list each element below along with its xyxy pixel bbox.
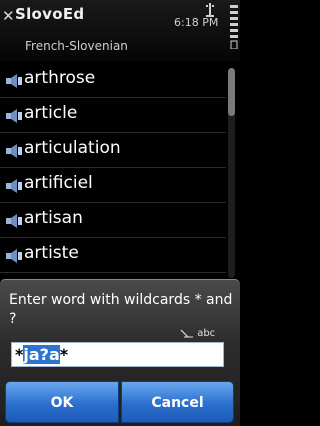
word-label: articulation	[24, 138, 121, 158]
close-icon[interactable]: ✕	[2, 9, 15, 24]
speaker-icon[interactable]	[5, 143, 25, 159]
word-list: arthrose article articulation artificiel	[0, 63, 226, 273]
dialog-prompt: Enter word with wildcards * and ?	[9, 292, 233, 327]
battery-icon	[230, 5, 238, 49]
ok-button[interactable]: OK	[5, 381, 119, 423]
word-label: artisan	[24, 208, 83, 228]
word-label: arthrose	[24, 68, 96, 88]
dictionary-name: French-Slovenian	[25, 39, 128, 53]
list-item[interactable]: article	[0, 98, 226, 133]
list-item[interactable]: artiste	[0, 238, 226, 273]
clock: 6:18 PM	[174, 16, 219, 29]
signal-icon	[206, 3, 214, 17]
speaker-icon[interactable]	[5, 73, 25, 89]
list-item[interactable]: articulation	[0, 133, 226, 168]
speaker-icon[interactable]	[5, 213, 25, 229]
speaker-icon[interactable]	[5, 108, 25, 124]
input-mode-label: abc	[197, 328, 216, 339]
cancel-button[interactable]: Cancel	[121, 381, 234, 423]
wildcard-input[interactable]: *ja?a*	[11, 342, 224, 367]
input-selection: ja?a	[23, 345, 60, 364]
scroll-thumb[interactable]	[228, 68, 235, 116]
speaker-icon[interactable]	[5, 248, 25, 264]
input-suffix: *	[59, 345, 69, 364]
list-item[interactable]: artisan	[0, 203, 226, 238]
word-label: article	[24, 103, 78, 123]
input-mode-indicator: abc	[180, 328, 215, 339]
scrollbar[interactable]	[228, 68, 235, 278]
title-bar: ✕ SlovoEd 6:18 PM French-Slovenian	[0, 0, 240, 62]
list-item[interactable]: arthrose	[0, 63, 226, 98]
wildcard-dialog: Enter word with wildcards * and ? abc *j…	[0, 279, 240, 426]
app-title: SlovoEd	[15, 5, 85, 23]
word-label: artificiel	[24, 173, 93, 193]
speaker-icon[interactable]	[5, 178, 25, 194]
list-item[interactable]: artificiel	[0, 168, 226, 203]
word-label: artiste	[24, 243, 79, 263]
pencil-icon	[180, 329, 193, 337]
